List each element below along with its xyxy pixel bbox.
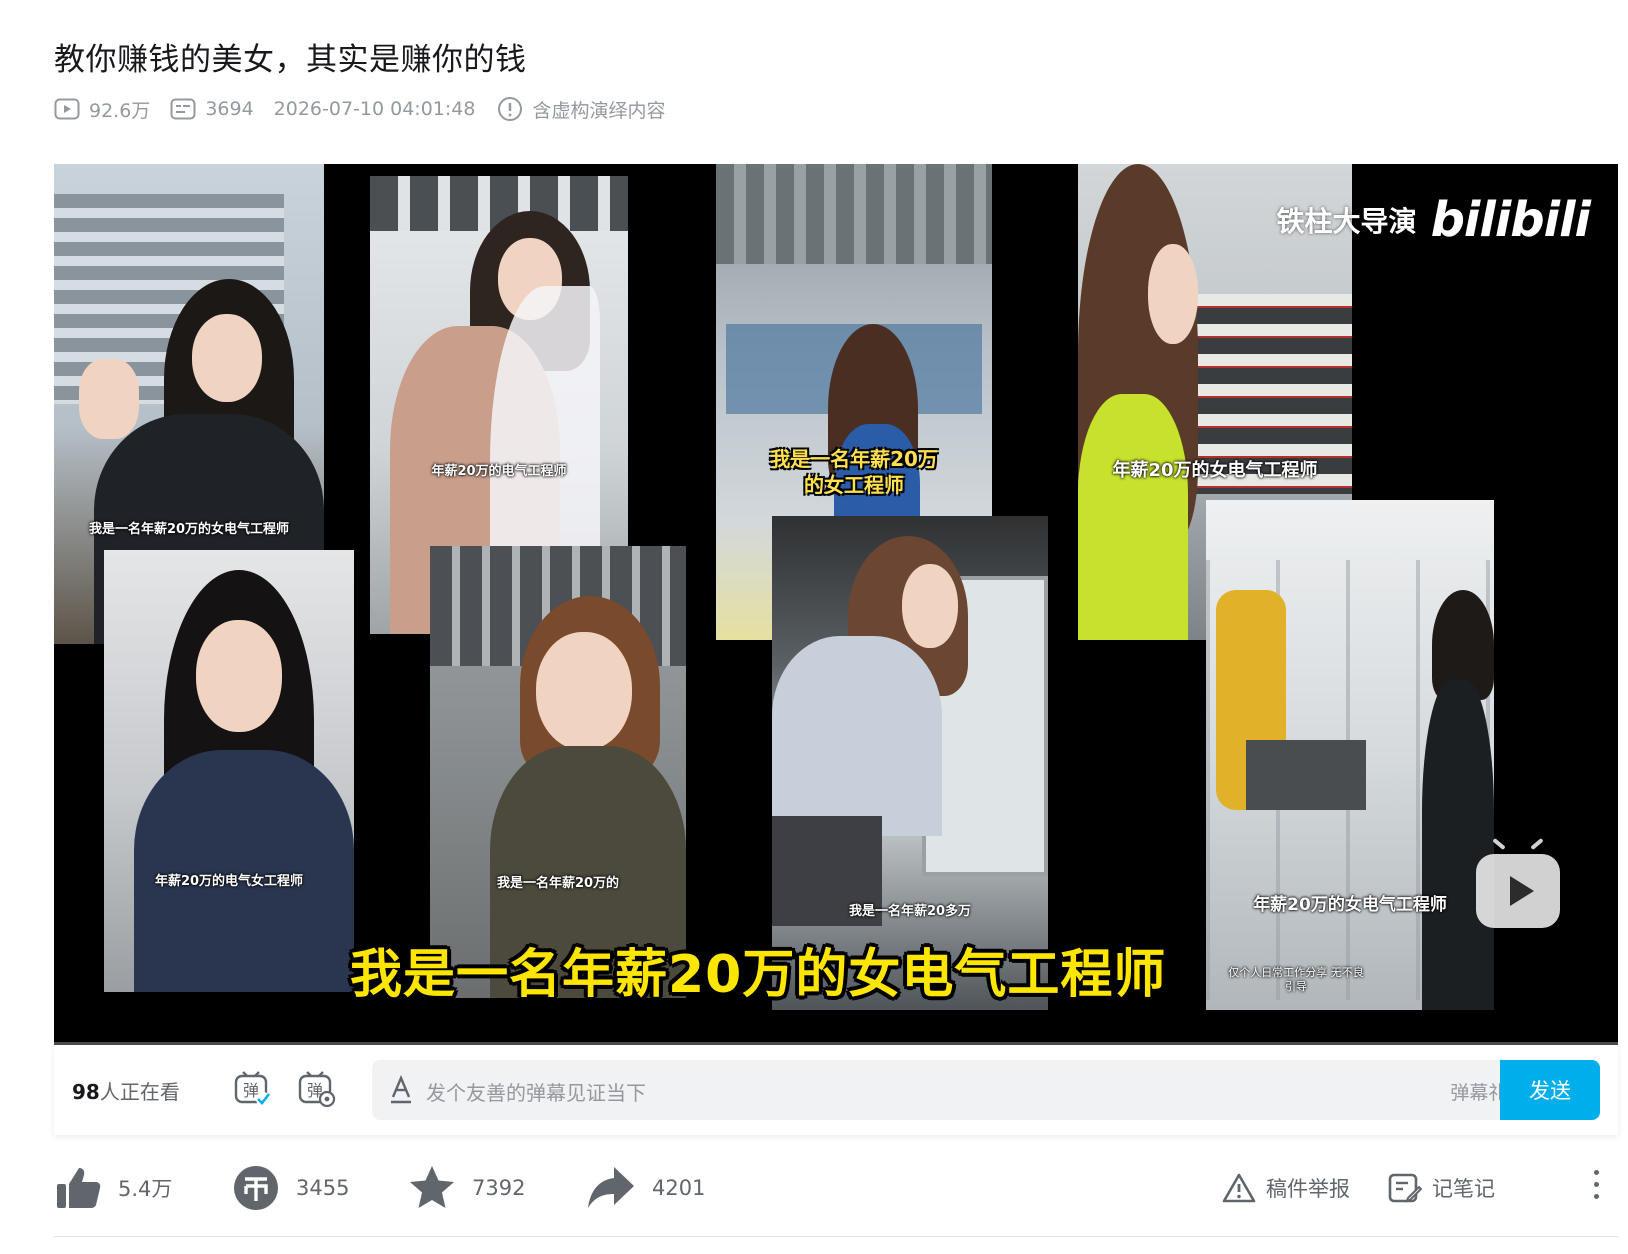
video-frame-panel: 我是一名年薪20万的	[430, 546, 686, 998]
danmaku-placeholder: 发个友善的弹幕见证当下	[426, 1081, 646, 1105]
viewers-count: 98	[72, 1080, 100, 1104]
share-arrow-icon	[588, 1167, 634, 1208]
note-edit-icon	[1388, 1173, 1422, 1203]
panel-caption: 我是一名年薪20万的	[496, 876, 620, 891]
font-style-icon[interactable]	[388, 1075, 414, 1105]
warning-icon	[1222, 1173, 1256, 1203]
share-button[interactable]: 4201	[586, 1160, 705, 1216]
danmaku-sending-bar: 98人正在看 弹 弹 发个友善的弹幕见证当下 弹幕礼仪 › 发送	[54, 1045, 1618, 1135]
watermark-uploader: 铁柱大导演	[1276, 205, 1417, 238]
favorite-button[interactable]: 7392	[408, 1160, 525, 1216]
danmaku-stat: 3694	[170, 98, 254, 120]
video-toolbar: 5.4万 3455 7392 4201 稿件举报 记笔记	[54, 1160, 1618, 1216]
section-divider	[54, 1236, 1618, 1237]
panel-caption: 年薪20万的女电气工程师	[1112, 460, 1318, 481]
like-count: 5.4万	[118, 1177, 173, 1201]
panel-caption: 我是一名年薪20万 的女工程师	[770, 447, 938, 497]
view-count: 92.6万	[89, 99, 151, 122]
video-player[interactable]: 我是一名年薪20万的女电气工程师 年薪20万的电气工程师 我是一名年薪20万 的…	[54, 164, 1618, 1044]
send-danmaku-button[interactable]: 发送	[1500, 1060, 1600, 1120]
panel-caption: 年薪20万的女电气工程师	[1253, 895, 1447, 915]
bilibili-watermark: 铁柱大导演 bilibili	[1276, 192, 1591, 248]
video-meta: 92.6万 3694 2026-07-10 04:01:48 含虚构演绎内容	[54, 94, 685, 124]
main-subtitle: 我是一名年薪20万的女电气工程师	[350, 945, 1167, 1005]
star-icon	[410, 1166, 454, 1208]
panel-disclaimer: 仅个人日常工作分享 无不良引导	[1228, 966, 1364, 993]
like-button[interactable]: 5.4万	[54, 1160, 172, 1216]
danmaku-settings-button[interactable]: 弹	[296, 1069, 336, 1109]
viewers-suffix: 人正在看	[99, 1080, 180, 1104]
play-count-icon	[54, 98, 80, 120]
bilibili-logo: bilibili	[1430, 192, 1591, 248]
notes-label: 记笔记	[1432, 1177, 1495, 1201]
notes-button[interactable]: 记笔记	[1388, 1168, 1495, 1208]
play-icon[interactable]	[1476, 854, 1560, 928]
panel-caption: 我是一名年薪20万的女电气工程师	[88, 522, 290, 537]
publish-time: 2026-07-10 04:01:48	[273, 98, 476, 120]
thumbs-up-icon	[57, 1168, 101, 1208]
coin-icon	[234, 1166, 278, 1210]
views-stat: 92.6万	[54, 96, 150, 123]
coin-count: 3455	[296, 1176, 350, 1200]
share-count: 4201	[652, 1176, 706, 1200]
danmaku-settings-icon: 弹	[298, 1071, 336, 1108]
danmaku-toggle-button[interactable]: 弹	[232, 1069, 272, 1109]
panel-caption: 年薪20万的电气女工程师	[154, 874, 304, 889]
video-frame-panel: 年薪20万的女电气工程师 仅个人日常工作分享 无不良引导	[1206, 500, 1494, 1010]
panel-caption: 我是一名年薪20多万	[848, 904, 972, 919]
info-circle-icon	[498, 97, 523, 121]
report-button[interactable]: 稿件举报	[1222, 1168, 1350, 1208]
content-notice[interactable]: 含虚构演绎内容	[497, 96, 665, 123]
online-viewers: 98人正在看	[72, 1076, 180, 1105]
more-options-icon[interactable]	[1592, 1170, 1600, 1206]
coin-button[interactable]: 3455	[232, 1160, 349, 1216]
danmaku-input[interactable]: 发个友善的弹幕见证当下 弹幕礼仪 ›	[372, 1060, 1562, 1120]
danmaku-count-icon	[170, 98, 196, 120]
danmaku-on-icon: 弹	[234, 1071, 271, 1106]
notice-text: 含虚构演绎内容	[532, 99, 666, 122]
report-label: 稿件举报	[1266, 1177, 1350, 1201]
favorite-count: 7392	[472, 1176, 526, 1200]
video-title: 教你赚钱的美女，其实是赚你的钱	[54, 42, 527, 78]
video-frame-panel: 年薪20万的电气女工程师	[104, 550, 354, 992]
danmaku-count: 3694	[205, 98, 254, 120]
panel-caption: 年薪20万的电气工程师	[431, 464, 567, 479]
